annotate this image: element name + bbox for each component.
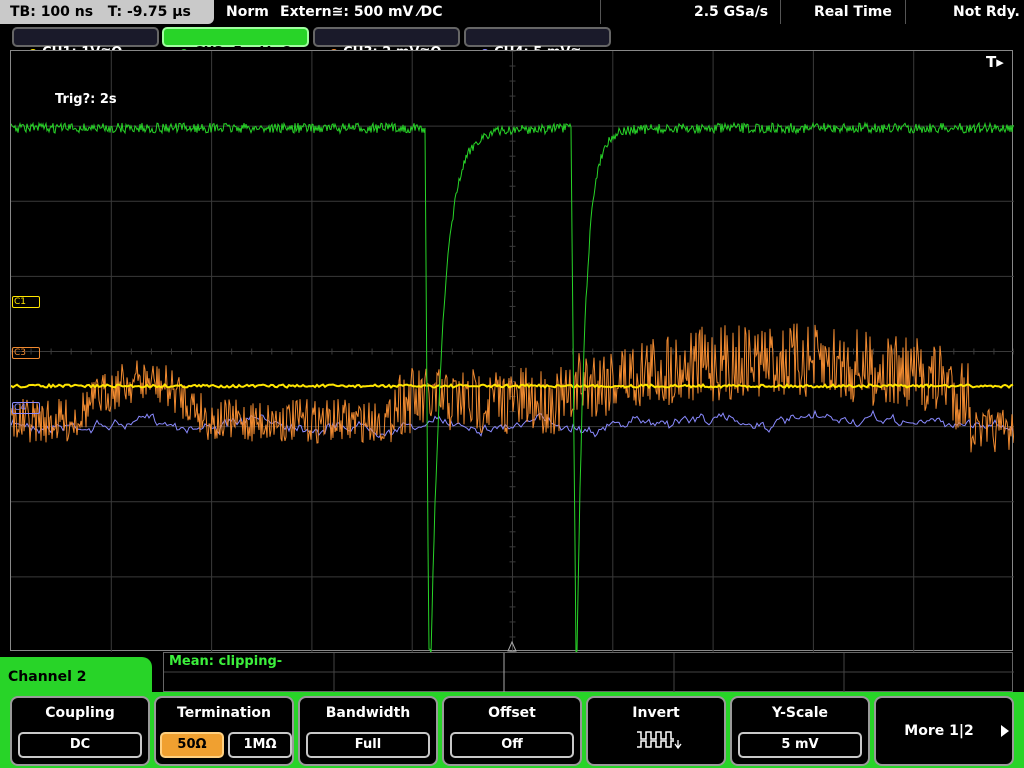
y-scale-softkey[interactable]: Y-Scale 5 mV	[730, 696, 870, 766]
timebase-readout[interactable]: TB: 100 ns T: -9.75 µs	[0, 0, 214, 24]
channel-tab-ch2[interactable]: CH2: 5 mV≅Ω	[162, 27, 309, 60]
offset-value[interactable]: Off	[450, 732, 574, 758]
waveform-display[interactable]: Trig?: 2s T▸ C1 C3 C4	[10, 50, 1014, 652]
invert-softkey[interactable]: Invert	[586, 696, 726, 766]
measurement-result: Mean: clipping-	[169, 654, 283, 669]
bandwidth-value[interactable]: Full	[306, 732, 430, 758]
termination-50ohm-option[interactable]: 50Ω	[160, 732, 224, 758]
termination-softkey[interactable]: Termination 50Ω 1MΩ	[154, 696, 294, 766]
coupling-value[interactable]: DC	[18, 732, 142, 758]
waveform-canvas: Trig?: 2s T▸	[11, 51, 1014, 652]
more-softkey[interactable]: More 1|2	[874, 696, 1014, 766]
invert-pulse-icon	[637, 731, 682, 750]
channel-tab-ch1[interactable]: CH1: 1V≅Ω	[12, 27, 159, 60]
acquisition-mode[interactable]: Real Time	[814, 3, 892, 21]
ch4-level-marker[interactable]: C4	[12, 402, 40, 414]
ch3-level-marker[interactable]: C3	[12, 347, 40, 359]
trigger-source[interactable]: Extern≅: 500 mV ⁄DC	[280, 3, 442, 21]
termination-1mohm-option[interactable]: 1MΩ	[228, 732, 292, 758]
sample-rate: 2.5 GSa/s	[694, 4, 769, 20]
ch1-level-marker[interactable]: C1	[12, 296, 40, 308]
acquisition-state: Not Rdy.	[953, 4, 1020, 20]
channel-tab-ch4[interactable]: CH4: 5 mV≅	[464, 27, 611, 60]
measurement-panel	[163, 652, 1014, 693]
trigger-mode[interactable]: Norm	[226, 3, 269, 21]
status-bar: TB: 100 ns T: -9.75 µs Norm Extern≅: 500…	[0, 0, 1024, 26]
coupling-softkey[interactable]: Coupling DC	[10, 696, 150, 766]
bandwidth-softkey[interactable]: Bandwidth Full	[298, 696, 438, 766]
right-arrow-icon	[1001, 725, 1009, 737]
trigger-position-marker: T▸	[986, 53, 1004, 71]
offset-softkey[interactable]: Offset Off	[442, 696, 582, 766]
y-scale-value[interactable]: 5 mV	[738, 732, 862, 758]
channel-tab-ch3[interactable]: CH3: 2 mV≅Ω	[313, 27, 460, 60]
trigger-wait-text: Trig?: 2s	[55, 92, 117, 107]
